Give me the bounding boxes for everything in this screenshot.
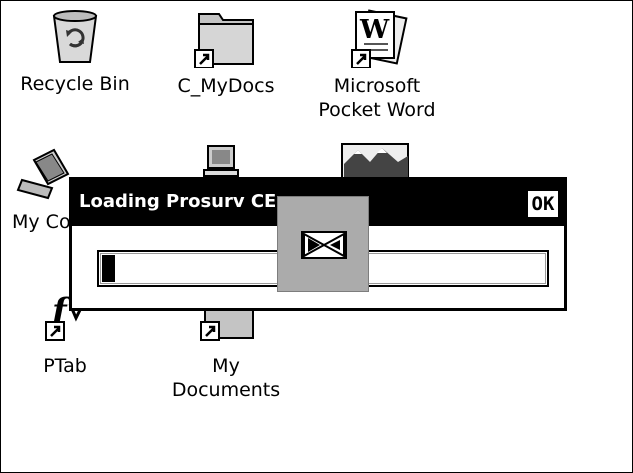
computer-monitor-icon: [203, 145, 239, 177]
pocket-word-label: Microsoft Pocket Word: [318, 75, 436, 121]
my-documents-label: My Documents: [171, 355, 281, 401]
folder-icon: [194, 13, 254, 68]
recycle-bin-icon: [52, 10, 98, 63]
hourglass-icon: [301, 231, 347, 259]
svg-text:W: W: [359, 15, 390, 45]
recycle-bin-label: Recycle Bin: [20, 73, 130, 95]
c-mydocs-label: C_MyDocs: [177, 75, 275, 97]
c-mydocs-shortcut[interactable]: C_MyDocs: [156, 6, 296, 98]
recycle-bin-shortcut[interactable]: Recycle Bin: [5, 6, 145, 96]
pocket-word-icon: W: [351, 9, 408, 68]
mountain-image-icon: [341, 143, 409, 178]
ptab-label: PTab: [43, 355, 87, 377]
dialog-title: Loading Prosurv CE: [79, 191, 277, 212]
my-computer-icon: [16, 148, 70, 200]
progress-fill: [102, 255, 115, 282]
wait-cursor-box: [277, 196, 369, 292]
pocket-word-shortcut[interactable]: W Microsoft Pocket Word: [307, 6, 447, 122]
ok-button[interactable]: OK: [526, 189, 560, 219]
